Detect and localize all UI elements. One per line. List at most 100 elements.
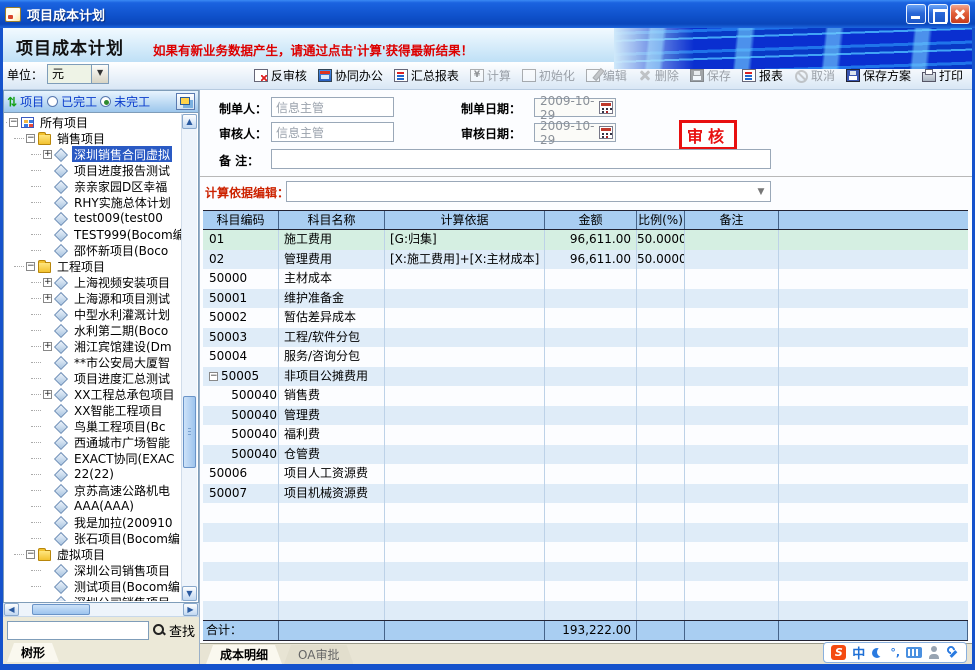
tree-item-label[interactable]: 西通城市广场智能 [72,434,172,450]
table-row[interactable]: 02管理费用[X:施工费用]+[X:主材成本]96,611.0050.0000 [203,250,968,270]
maximize-button[interactable] [928,4,948,24]
plus-expander-icon[interactable]: + [43,390,52,399]
tree-item-label[interactable]: 深圳公司销售项目 [72,562,172,578]
calendar-icon[interactable] [599,126,613,139]
tree-item-label[interactable]: EXACT协同(EXAC [72,450,176,466]
minus-expander-icon[interactable]: − [26,262,35,271]
table-row[interactable]: 50000主材成本 [203,269,968,289]
tree-item[interactable]: RHY实施总体计划 [5,194,181,210]
tree-item-label[interactable]: 鸟巢工程项目(Bc [72,418,168,434]
tab-oa-approval[interactable]: OA审批 [284,645,353,664]
toolbar-button-audit-undo[interactable]: 反审核 [249,65,312,86]
table-row[interactable]: 50002暂估差异成本 [203,308,968,328]
radio-completed[interactable] [47,96,58,107]
tree-item-label[interactable]: 京苏高速公路机电 [72,482,172,498]
tree-item[interactable]: AAA(AAA) [5,498,181,514]
tree-item[interactable]: TEST999(Bocom编 [5,226,181,242]
refresh-icon[interactable]: ⇅ [7,94,17,109]
minus-expander-icon[interactable]: − [9,118,18,127]
tree-item[interactable]: 水利第二期(Boco [5,322,181,338]
plus-expander-icon[interactable]: + [43,150,52,159]
tree-item-label[interactable]: 水利第二期(Boco [72,322,170,338]
scroll-right-icon[interactable]: ▶ [183,603,198,616]
tree-item-label[interactable]: 销售项目 [55,130,107,146]
tree-item-label[interactable]: 项目进度报告测试 [72,162,172,178]
tree-item-label[interactable]: TEST999(Bocom编 [72,226,181,242]
minus-expander-icon[interactable]: − [26,550,35,559]
user-icon[interactable] [928,646,940,659]
tree-item[interactable]: +上海视频安装项目 [5,274,181,290]
tree-item-label[interactable]: 中型水利灌溉计划 [72,306,172,322]
tree-item[interactable]: + 上海源和项目测试 [5,290,181,306]
maker-field[interactable] [271,97,394,117]
tree-item-label[interactable]: 我是加拉(200910 [72,514,175,530]
tree-item[interactable]: XX智能工程项目 [5,402,181,418]
scrollbar-thumb[interactable] [183,396,196,468]
tree-item[interactable]: 亲亲家园D区幸福 [5,178,181,194]
chevron-down-icon[interactable]: ▼ [752,187,770,197]
close-button[interactable] [950,4,970,24]
table-row[interactable]: 01施工费用[G:归集]96,611.0050.0000 [203,230,968,250]
make-date-field[interactable]: 2009-10-29 [534,98,616,117]
tree-item[interactable]: 22(22) [5,466,181,482]
moon-icon[interactable] [871,646,884,659]
calc-basis-combo[interactable]: ▼ [286,181,771,202]
view-switch-icon[interactable] [176,93,195,110]
tab-tree-view[interactable]: 树形 [7,643,59,662]
tree-item[interactable]: 西通城市广场智能 [5,434,181,450]
tree-item[interactable]: −销售项目 [5,130,181,146]
tree-item-label[interactable]: test009(test00 [72,211,165,225]
tree-item[interactable]: + 深圳销售合同虚拟 [5,146,181,162]
scroll-down-icon[interactable]: ▼ [182,586,197,601]
tree-item-label[interactable]: 上海视频安装项目 [72,274,172,290]
tree-item-label[interactable]: 所有项目 [38,114,90,130]
toolbar-button-print[interactable]: 打印 [917,65,968,86]
tree-item-label[interactable]: 深圳销售合同虚拟 [72,146,172,162]
tree-item[interactable]: 我是加拉(200910 [5,514,181,530]
wrench-icon[interactable] [946,646,959,659]
minimize-button[interactable] [906,4,926,24]
tree-item[interactable]: 邵怀新项目(Boco [5,242,181,258]
table-row[interactable]: 500040销售费 [203,386,968,406]
table-row[interactable]: 50001维护准备金 [203,289,968,309]
radio-incomplete-label[interactable]: 未完工 [114,93,150,110]
tree-item[interactable]: + 湘江宾馆建设(Dm [5,338,181,354]
tree-item[interactable]: −虚拟项目 [5,546,181,562]
tree-item-label[interactable]: XX智能工程项目 [72,402,164,418]
tree-item[interactable]: 京苏高速公路机电 [5,482,181,498]
tree-item-label[interactable]: 工程项目 [55,258,107,274]
plus-expander-icon[interactable]: + [43,294,52,303]
note-field[interactable] [271,149,771,169]
tab-cost-detail[interactable]: 成本明细 [206,645,282,664]
tree-item-label[interactable]: 22(22) [72,467,116,481]
tree-item-label[interactable]: 湘江宾馆建设(Dm [72,338,174,354]
chinese-mode-icon[interactable]: 中 [852,643,865,662]
tree-item[interactable]: 深圳公司销售项目 [5,562,181,578]
tree-item[interactable]: 项目进度报告测试 [5,162,181,178]
radio-completed-label[interactable]: 已完工 [61,93,97,110]
toolbar-button-summary-report[interactable]: 汇总报表 [389,65,464,86]
search-input[interactable] [7,621,149,640]
plus-expander-icon[interactable]: + [43,342,52,351]
table-row[interactable]: 500040管理费 [203,406,968,426]
tree-vertical-scrollbar[interactable]: ▲ ▼ [181,114,197,601]
tree-item[interactable]: 项目进度汇总测试 [5,370,181,386]
tree-item[interactable]: +XX工程总承包项目 [5,386,181,402]
tree-item-label[interactable]: AAA(AAA) [72,499,136,513]
table-row[interactable]: 500040仓管费 [203,445,968,465]
punctuation-icon[interactable]: °, [890,646,900,659]
table-row[interactable]: 50003工程/软件分包 [203,328,968,348]
tree-item[interactable]: 中型水利灌溉计划 [5,306,181,322]
toolbar-button-collab[interactable]: 协同办公 [313,65,388,86]
toolbar-button-save-plan[interactable]: 保存方案 [841,65,916,86]
tree-item-label[interactable]: 深圳公司销售项目 [72,594,172,601]
auditor-field[interactable] [271,122,394,142]
tree-item-label[interactable]: 上海源和项目测试 [72,290,172,306]
table-row[interactable]: 50004服务/咨询分包 [203,347,968,367]
tree-item[interactable]: EXACT协同(EXAC [5,450,181,466]
tree-item-label[interactable]: 亲亲家园D区幸福 [72,178,169,194]
unit-select[interactable]: 元 ▼ [47,64,109,84]
tree-item[interactable]: 鸟巢工程项目(Bc [5,418,181,434]
tree-item-label[interactable]: **市公安局大厦智 [72,354,172,370]
tree-item-label[interactable]: 邵怀新项目(Boco [72,242,170,258]
